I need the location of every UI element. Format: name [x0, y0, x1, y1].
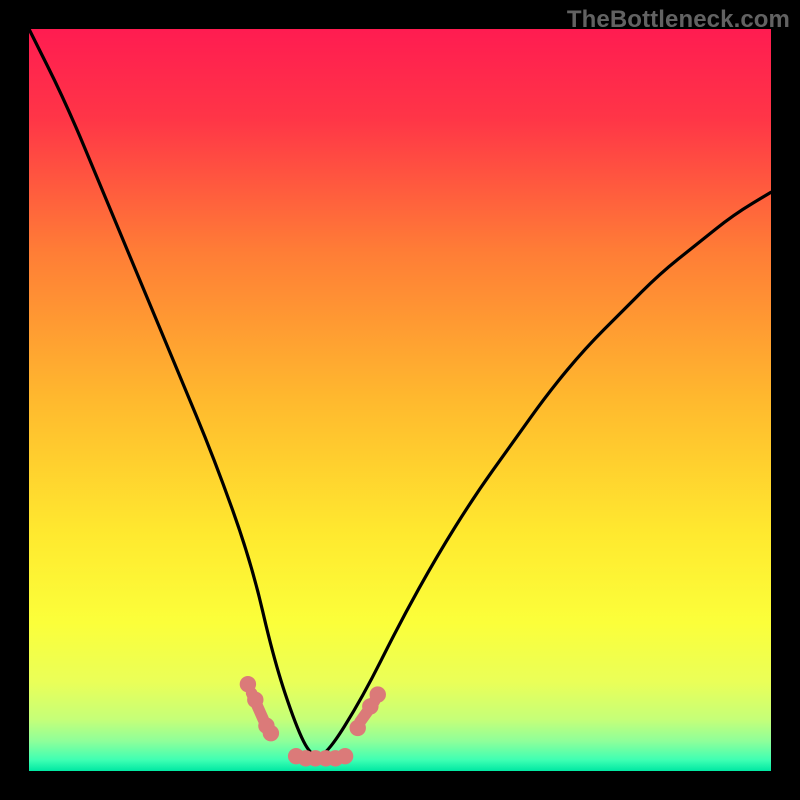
plot-area — [29, 29, 771, 771]
highlight-dot — [247, 692, 263, 708]
highlight-dot — [263, 725, 279, 741]
chart-container: TheBottleneck.com — [0, 0, 800, 800]
highlight-dot — [240, 676, 256, 692]
highlight-dot — [370, 686, 386, 702]
bottleneck-curve — [29, 29, 771, 756]
watermark-text: TheBottleneck.com — [567, 6, 790, 34]
curve-layer — [29, 29, 771, 771]
highlight-dot — [350, 720, 366, 736]
highlight-dot — [337, 748, 353, 764]
